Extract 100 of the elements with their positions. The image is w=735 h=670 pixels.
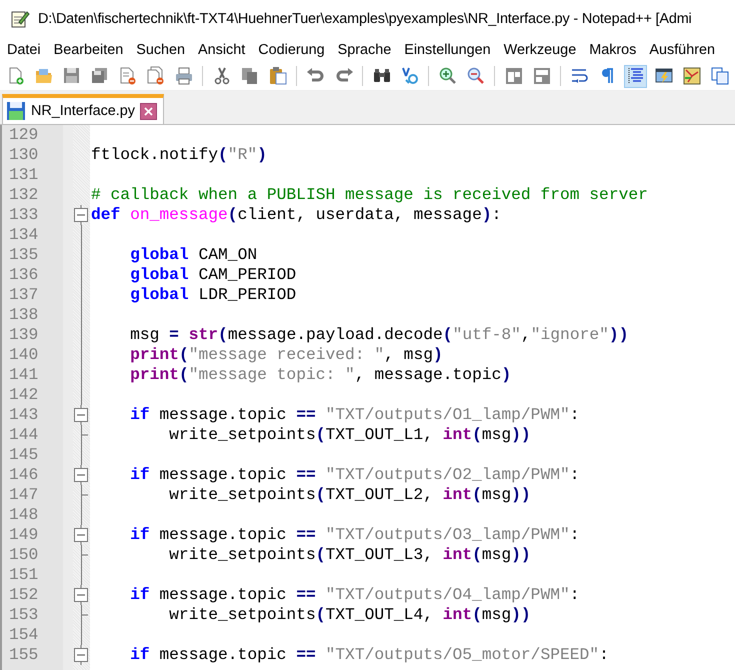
operator: ( [442,325,453,344]
operator: ) [433,345,443,364]
operator: )) [511,425,531,444]
menu-item[interactable]: Werkzeuge [498,42,584,58]
operator: ( [218,325,228,344]
code-text: , msg [384,345,433,364]
line-number: 132 [8,185,38,205]
keyword: global [129,245,189,264]
code-text: message.topic [158,525,288,544]
keyword: global [129,285,189,304]
line-number: 141 [8,365,38,385]
operator: ( [316,605,326,624]
string-literal: "message topic: " [188,365,355,384]
window-title: D:\Daten\fischertechnik\ft-TXT4\HuehnerTuer\examples\pyexamples\NR_Interface.py - Notepad++ [Admi [38,11,692,27]
indent-guide-button[interactable] [624,64,647,88]
code-text: message.topic [158,585,288,604]
keyword: if [129,585,150,604]
code-text: : [570,585,580,604]
operator: ( [178,365,189,384]
fold-end-line [80,425,88,445]
operator: ( [316,545,326,564]
line-number: 134 [8,225,38,245]
operator: ( [218,145,228,164]
keyword: if [129,465,150,484]
builtin-name: str [188,325,218,344]
fold-toggle[interactable] [74,525,88,545]
fold-line [80,505,82,525]
menu-item[interactable]: Sprache [332,42,398,58]
code-text: CAM_ON [197,245,258,264]
line-number: 143 [8,405,38,425]
operator: == [296,585,316,604]
operator: = [169,325,179,344]
fold-toggle[interactable] [74,645,88,665]
fold-toggle[interactable] [74,465,88,485]
line-number: 148 [8,505,38,525]
operator: ) [501,365,512,384]
code-text: ftlock.notify [91,145,218,164]
code-comment: # callback when a PUBLISH message is received from server [91,185,648,204]
zoom-out-icon [466,66,486,86]
fold-line [80,565,82,585]
operator: ( [316,485,326,504]
indent-guide-icon [626,66,646,86]
save-icon [62,66,82,86]
builtin-name: int [442,545,472,564]
fold-toggle[interactable] [74,405,88,425]
file-tab[interactable]: NR_Interface.py [2,94,164,124]
map-icon [682,66,702,86]
code-text: message.payload.decode [228,325,443,344]
code-text: : [570,525,580,544]
copy-icon [240,66,260,86]
code-text: msg [129,325,160,344]
menu-item[interactable]: Einstellungen [398,42,498,58]
menu-item[interactable]: Ansicht [192,42,252,58]
fold-line [80,445,82,465]
menu-item[interactable]: Datei [1,42,48,58]
code-text: : [599,645,609,664]
fold-toggle[interactable] [74,585,88,605]
code-text: : [492,205,502,224]
operator: ( [472,485,482,504]
operator: )) [511,545,531,564]
code-text: message.topic [158,465,288,484]
operator: ( [472,425,482,444]
zoom-in-icon [438,66,458,86]
operator: ) [257,145,267,164]
operator: == [296,525,316,544]
code-text: message.topic [158,405,288,424]
operator: ( [228,205,238,224]
code-text: write_setpoints [168,545,316,564]
builtin-name: int [442,605,472,624]
menu-item[interactable]: Ausführen [643,42,722,58]
close-icon[interactable] [140,102,157,120]
code-text: write_setpoints [168,605,316,624]
menu-item[interactable]: Suchen [130,42,192,58]
line-number: 153 [8,605,38,625]
operator: == [296,405,316,424]
menu-item[interactable]: Makros [583,42,644,58]
function-name: on_message [129,205,228,224]
operator: ( [472,605,482,624]
string-literal: "TXT/outputs/O4_lamp/PWM" [324,585,570,604]
string-literal: "R" [228,145,258,164]
operator: )) [511,485,531,504]
line-number: 151 [8,565,38,585]
fold-toggle[interactable] [74,205,88,225]
line-number: 140 [8,345,38,365]
fold-end-line [80,485,88,505]
string-literal: "TXT/outputs/O5_motor/SPEED" [324,645,600,664]
windows-icon [710,66,730,86]
keyword: if [129,405,150,424]
close-all-icon [146,66,166,86]
print-icon [174,66,194,86]
code-text: TXT_OUT_L4, [326,605,434,624]
code-text: TXT_OUT_L3, [326,545,434,564]
code-text: LDR_PERIOD [197,285,296,304]
keyword: global [129,265,189,284]
menu-item[interactable]: Bearbeiten [48,42,130,58]
code-text: TXT_OUT_L2, [326,485,434,504]
line-number: 144 [8,425,38,445]
code-text: TXT_OUT_L1, [326,425,434,444]
code-text: , message.topic [354,365,502,384]
menu-item[interactable]: Codierung [252,42,332,58]
